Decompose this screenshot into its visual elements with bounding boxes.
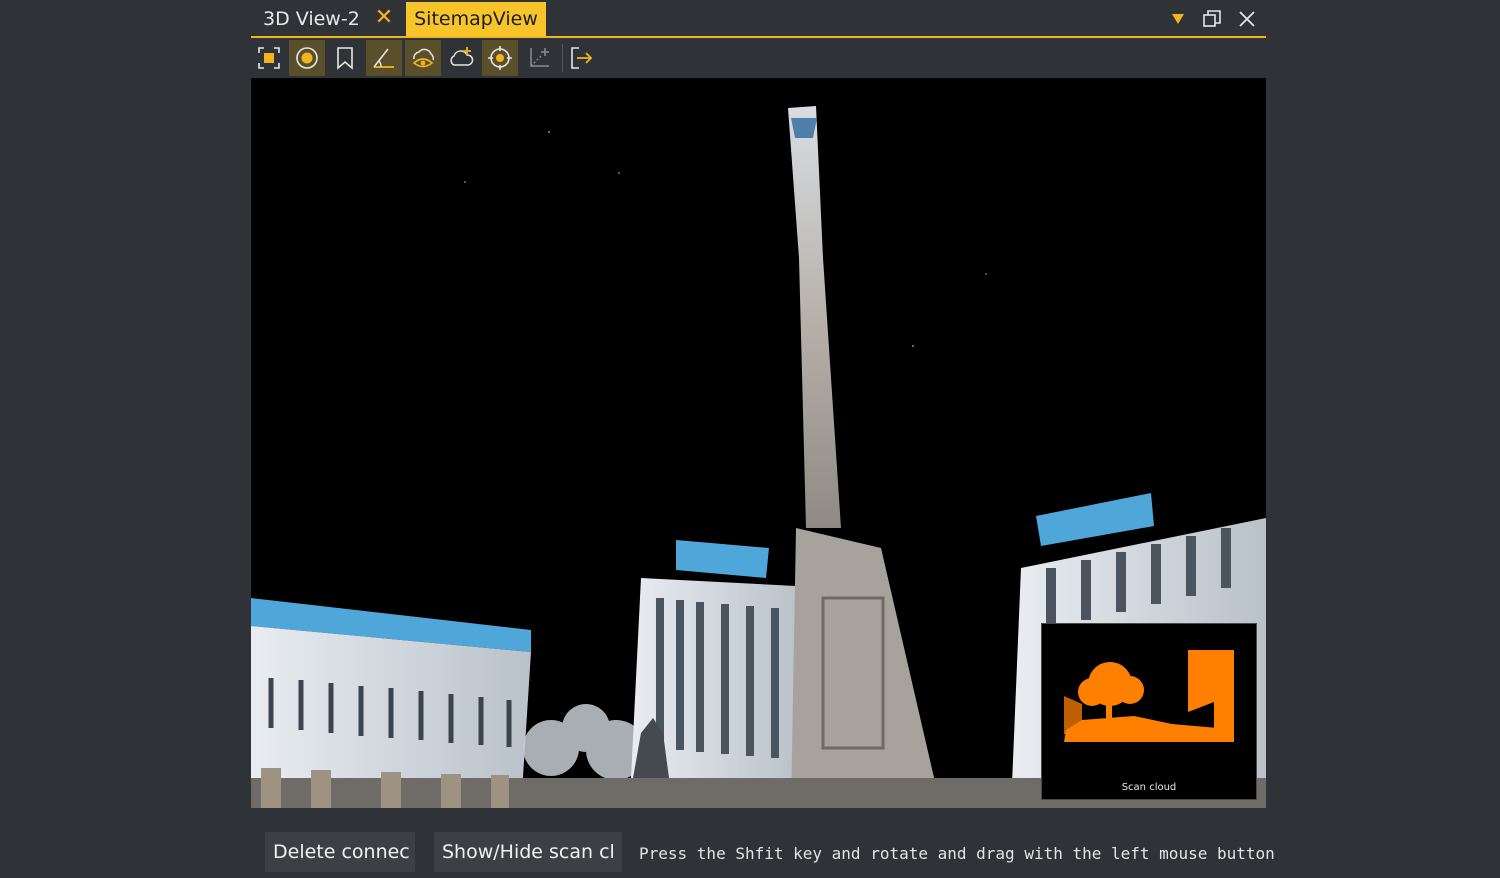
eye-cloud-icon[interactable] [405,40,441,76]
minimap-scan-cloud-image [1064,650,1234,742]
bottom-bar: Delete connec Show/Hide scan cl Press th… [0,808,1500,878]
tab-sitemapview[interactable]: SitemapView [406,2,546,36]
crosshair-icon[interactable] [482,40,518,76]
target-circle-icon[interactable] [289,40,325,76]
sitemap-panel: 3D View-2 ✕ SitemapView Scan cloud [251,0,1266,808]
tab-bar: 3D View-2 ✕ SitemapView [251,0,1266,38]
point-cloud-viewport[interactable]: Scan cloud [251,78,1266,808]
delete-connection-button[interactable]: Delete connec [265,832,415,872]
restore-icon[interactable] [1199,6,1225,32]
tab-3d-view-2[interactable]: 3D View-2 ✕ [253,2,403,36]
bookmark-icon[interactable] [327,40,363,76]
cloud-add-icon[interactable] [443,40,479,76]
delete-connection-label: Delete connec [273,841,410,863]
close-icon[interactable]: ✕ [373,7,395,29]
tab-label: SitemapView [414,8,538,30]
angle-measure-icon[interactable] [366,40,402,76]
close-window-icon[interactable] [1234,6,1260,32]
minimap-label: Scan cloud [1121,782,1177,793]
scan-cloud-minimap[interactable]: Scan cloud [1041,623,1257,800]
navigation-hint: Press the Shfit key and rotate and drag … [639,844,1275,863]
show-hide-scan-cloud-label: Show/Hide scan cl [442,841,615,863]
exit-icon[interactable] [563,40,599,76]
show-hide-scan-cloud-button[interactable]: Show/Hide scan cl [434,832,622,872]
axis-icon[interactable] [521,40,557,76]
fit-view-icon[interactable] [251,40,287,76]
dropdown-arrow-icon[interactable] [1165,6,1191,32]
toolbar [251,38,1266,76]
tab-label: 3D View-2 [263,8,360,30]
